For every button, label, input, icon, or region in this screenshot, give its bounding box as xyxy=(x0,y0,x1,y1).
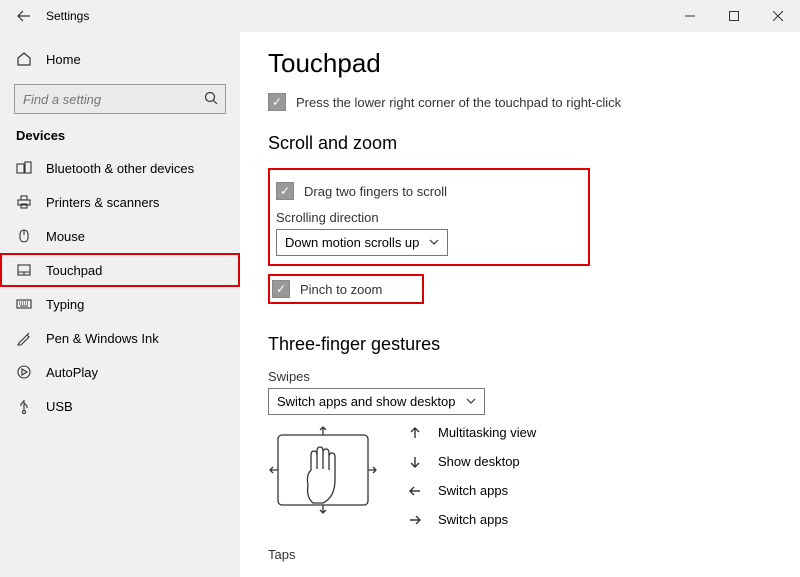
swipes-value: Switch apps and show desktop xyxy=(277,394,456,409)
search-input[interactable] xyxy=(14,84,226,114)
arrow-right-icon xyxy=(408,513,422,527)
chevron-down-icon xyxy=(429,235,439,250)
titlebar: Settings xyxy=(0,0,800,32)
pen-icon xyxy=(16,330,32,346)
back-button[interactable] xyxy=(10,2,38,30)
sidebar: Home Devices Bluetooth & other devices P… xyxy=(0,32,240,577)
gesture-list: Multitasking view Show desktop Switch ap… xyxy=(408,425,536,527)
sidebar-item-bluetooth[interactable]: Bluetooth & other devices xyxy=(0,151,240,185)
taps-label: Taps xyxy=(268,547,772,562)
sidebar-item-label: Typing xyxy=(46,297,84,312)
sidebar-item-label: USB xyxy=(46,399,73,414)
pinch-to-zoom-label: Pinch to zoom xyxy=(300,282,382,297)
scrolling-direction-value: Down motion scrolls up xyxy=(285,235,419,250)
drag-two-fingers-row[interactable]: ✓ Drag two fingers to scroll xyxy=(276,182,448,200)
keyboard-icon xyxy=(16,296,32,312)
scroll-zoom-heading: Scroll and zoom xyxy=(268,133,772,154)
search-wrap xyxy=(14,84,226,114)
sidebar-item-pen[interactable]: Pen & Windows Ink xyxy=(0,321,240,355)
search-icon xyxy=(204,91,218,108)
gesture-down-row: Show desktop xyxy=(408,454,536,469)
arrow-up-icon xyxy=(408,426,422,440)
arrow-left-icon xyxy=(408,484,422,498)
usb-icon xyxy=(16,398,32,414)
sidebar-item-label: Touchpad xyxy=(46,263,102,278)
sidebar-item-label: Pen & Windows Ink xyxy=(46,331,159,346)
touchpad-diagram xyxy=(268,425,378,535)
gesture-right-label: Switch apps xyxy=(438,512,508,527)
autoplay-icon xyxy=(16,364,32,380)
content: Touchpad ✓ Press the lower right corner … xyxy=(240,32,800,577)
sidebar-category: Devices xyxy=(0,126,240,151)
sidebar-item-label: Mouse xyxy=(46,229,85,244)
gesture-up-label: Multitasking view xyxy=(438,425,536,440)
pinch-to-zoom-row[interactable]: ✓ Pinch to zoom xyxy=(272,280,382,298)
devices-icon xyxy=(16,160,32,176)
highlight-scroll-section: ✓ Drag two fingers to scroll Scrolling d… xyxy=(268,168,590,266)
arrow-down-icon xyxy=(408,455,422,469)
sidebar-home[interactable]: Home xyxy=(0,42,240,76)
highlight-pinch-section: ✓ Pinch to zoom xyxy=(268,274,424,304)
gesture-left-label: Switch apps xyxy=(438,483,508,498)
scrolling-direction-label: Scrolling direction xyxy=(276,210,448,225)
sidebar-item-usb[interactable]: USB xyxy=(0,389,240,423)
sidebar-item-autoplay[interactable]: AutoPlay xyxy=(0,355,240,389)
gesture-down-label: Show desktop xyxy=(438,454,520,469)
minimize-button[interactable] xyxy=(668,0,712,32)
chevron-down-icon xyxy=(466,394,476,409)
sidebar-item-printers[interactable]: Printers & scanners xyxy=(0,185,240,219)
gesture-left-row: Switch apps xyxy=(408,483,536,498)
three-finger-heading: Three-finger gestures xyxy=(268,334,772,355)
touchpad-icon xyxy=(16,262,32,278)
checkbox-icon: ✓ xyxy=(268,93,286,111)
home-icon xyxy=(16,51,32,67)
close-button[interactable] xyxy=(756,0,800,32)
page-title: Touchpad xyxy=(268,48,772,79)
checkbox-icon: ✓ xyxy=(276,182,294,200)
maximize-button[interactable] xyxy=(712,0,756,32)
gesture-up-row: Multitasking view xyxy=(408,425,536,440)
mouse-icon xyxy=(16,228,32,244)
sidebar-item-touchpad[interactable]: Touchpad xyxy=(0,253,240,287)
scrolling-direction-dropdown[interactable]: Down motion scrolls up xyxy=(276,229,448,256)
gesture-diagram-row: Multitasking view Show desktop Switch ap… xyxy=(268,425,772,535)
sidebar-item-label: AutoPlay xyxy=(46,365,98,380)
sidebar-item-label: Bluetooth & other devices xyxy=(46,161,194,176)
sidebar-item-mouse[interactable]: Mouse xyxy=(0,219,240,253)
sidebar-home-label: Home xyxy=(46,52,81,67)
printer-icon xyxy=(16,194,32,210)
swipes-dropdown[interactable]: Switch apps and show desktop xyxy=(268,388,485,415)
window-title: Settings xyxy=(46,9,89,23)
press-corner-row[interactable]: ✓ Press the lower right corner of the to… xyxy=(268,93,772,111)
checkbox-icon: ✓ xyxy=(272,280,290,298)
sidebar-item-typing[interactable]: Typing xyxy=(0,287,240,321)
sidebar-item-label: Printers & scanners xyxy=(46,195,159,210)
swipes-label: Swipes xyxy=(268,369,772,384)
press-corner-label: Press the lower right corner of the touc… xyxy=(296,95,621,110)
gesture-right-row: Switch apps xyxy=(408,512,536,527)
drag-two-fingers-label: Drag two fingers to scroll xyxy=(304,184,447,199)
